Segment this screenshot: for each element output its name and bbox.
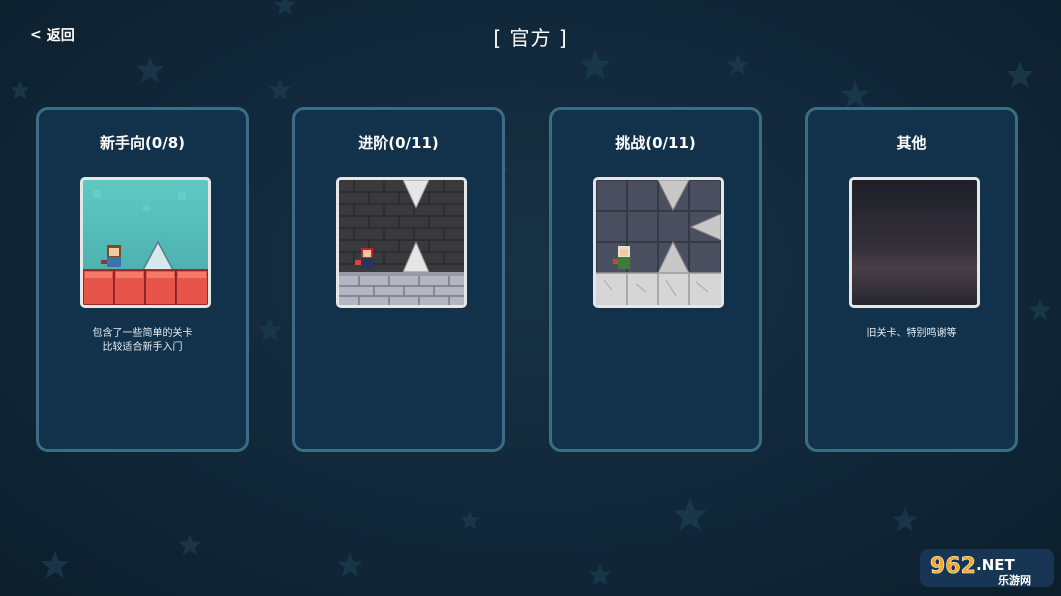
level-thumbnail-other — [849, 177, 980, 308]
card-description: 旧关卡、特别鸣谢等 — [808, 327, 1015, 341]
card-description-line: 包含了一些简单的关卡 — [92, 328, 193, 339]
svg-text:.NET: .NET — [976, 556, 1015, 574]
category-card-other[interactable]: 其他 旧关卡、特别鸣谢等 — [805, 107, 1018, 452]
level-thumbnail-challenge — [593, 177, 724, 308]
level-thumbnail-advanced — [336, 177, 467, 308]
category-card-beginner[interactable]: 新手向(0/8) 包含了一些简单的关卡 比较适合新手入门 — [36, 107, 249, 452]
card-title: 新手向(0/8) — [99, 134, 186, 152]
watermark-logo: 962 .NET 乐游网 — [918, 546, 1056, 590]
card-description-line: 旧关卡、特别鸣谢等 — [866, 328, 957, 339]
card-title: 其他 — [896, 134, 927, 152]
page-title: [ 官方 ] — [493, 26, 568, 50]
card-title: 挑战(0/11) — [615, 134, 696, 152]
card-description: 包含了一些简单的关卡 比较适合新手入门 — [39, 327, 246, 355]
category-card-challenge[interactable]: 挑战(0/11) — [549, 107, 762, 452]
card-description-line: 比较适合新手入门 — [102, 342, 183, 353]
card-title: 进阶(0/11) — [358, 134, 439, 152]
category-card-advanced[interactable]: 进阶(0/11) — [292, 107, 505, 452]
svg-text:乐游网: 乐游网 — [998, 573, 1031, 587]
level-thumbnail-beginner — [80, 177, 211, 308]
svg-text:962: 962 — [930, 554, 976, 579]
